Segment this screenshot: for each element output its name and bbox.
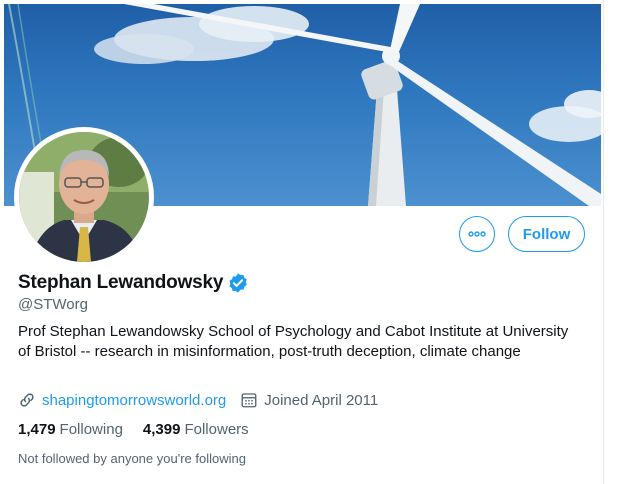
website-link[interactable]: shapingtomorrowsworld.org (42, 392, 226, 409)
verified-badge-icon (227, 272, 249, 294)
followed-by-note: Not followed by anyone you're following (18, 451, 246, 466)
followers-count: 4,399 (142, 421, 181, 438)
following-label: Following (59, 421, 123, 438)
link-icon (18, 391, 36, 409)
profile-bio: Prof Stephan Lewandowsky School of Psych… (18, 323, 569, 360)
avatar-photo (19, 132, 149, 262)
profile-name: Stephan Lewandowsky (18, 272, 249, 294)
avatar[interactable] (19, 132, 149, 262)
profile-meta: shapingtomorrowsworld.org Joined April 2… (18, 391, 378, 409)
profile-handle: @STWorg (18, 296, 88, 313)
profile-name-text: Stephan Lewandowsky (18, 272, 224, 293)
calendar-icon (240, 391, 258, 409)
joined-date: Joined April 2011 (264, 391, 379, 409)
more-options-button[interactable] (459, 216, 495, 252)
following-count: 1,479 (18, 421, 56, 438)
followers-stat[interactable]: 4,399 Followers (143, 421, 249, 438)
profile-card: Follow Stephan Lewandowsky @STWorg Prof … (0, 0, 604, 484)
following-stat[interactable]: 1,479 Following (18, 421, 123, 438)
followers-label: Followers (184, 421, 249, 438)
follow-button[interactable]: Follow (508, 216, 585, 252)
more-options-icon (468, 231, 486, 237)
profile-stats: 1,479 Following 4,399 Followers (18, 421, 269, 438)
